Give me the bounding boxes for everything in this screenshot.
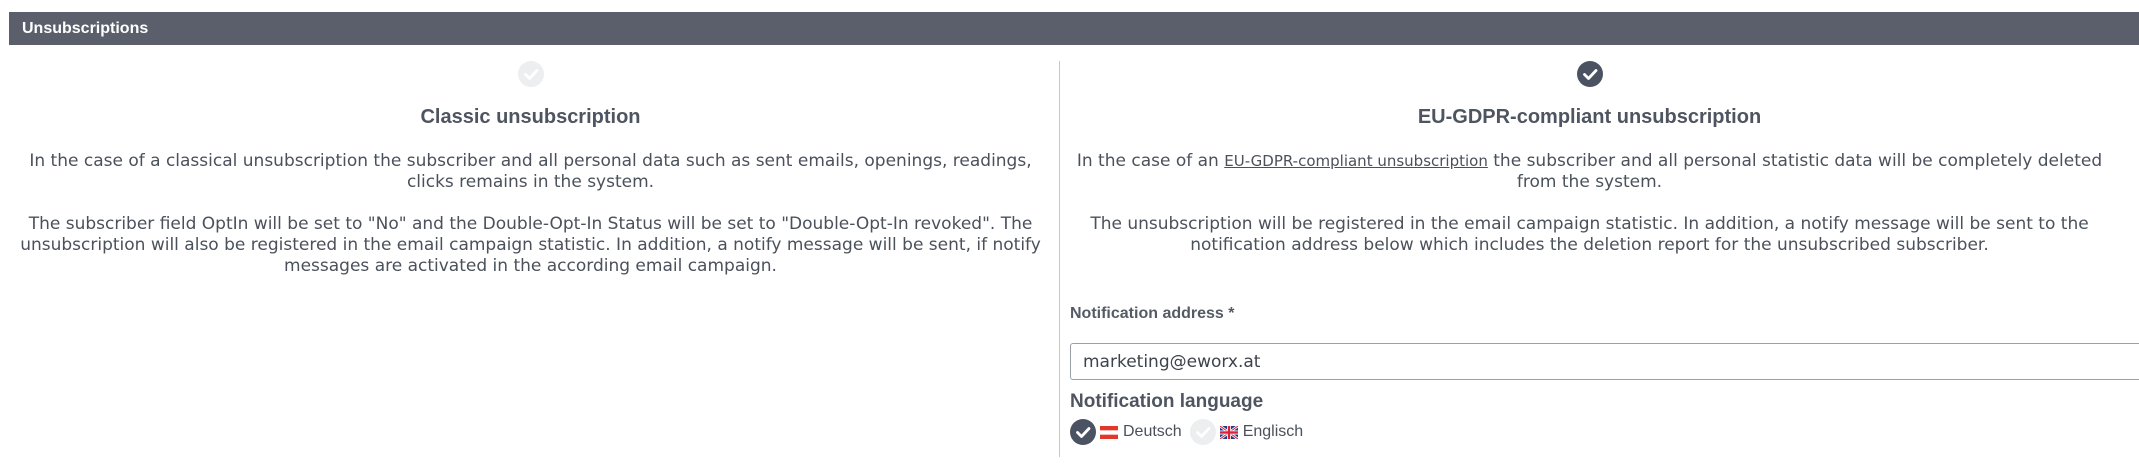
page: Unsubscriptions Classic unsubscription I… bbox=[0, 0, 2139, 470]
notification-language-label: Notification language bbox=[1070, 391, 1264, 412]
language-deutsch-label: Deutsch bbox=[1123, 423, 1182, 440]
gdpr-paragraph-1: In the case of an EU-GDPR-compliant unsu… bbox=[1070, 151, 2109, 193]
austria-flag-icon bbox=[1100, 425, 1118, 439]
panel-title: Unsubscriptions bbox=[22, 19, 149, 37]
language-englisch-radio[interactable] bbox=[1189, 419, 1216, 445]
check-icon bbox=[523, 69, 538, 80]
classic-unsubscription-option: Classic unsubscription In the case of a … bbox=[9, 58, 1052, 277]
language-englisch-label: Englisch bbox=[1242, 423, 1304, 440]
language-option-deutsch[interactable]: Deutsch bbox=[1070, 419, 1182, 445]
gdpr-paragraph-1-suffix: the subscriber and all personal statisti… bbox=[1493, 151, 2103, 192]
notification-address-label: Notification address * bbox=[1070, 305, 1235, 322]
uk-flag-icon bbox=[1219, 425, 1238, 439]
language-option-englisch[interactable]: Englisch bbox=[1189, 419, 1304, 445]
classic-unsubscription-title: Classic unsubscription bbox=[420, 106, 641, 128]
notification-settings: Notification address * Notification lang… bbox=[1070, 305, 2139, 445]
classic-paragraph-2: The subscriber field OptIn will be set t… bbox=[20, 214, 1041, 276]
classic-paragraph-1: In the case of a classical unsubscriptio… bbox=[29, 151, 1032, 192]
gdpr-unsubscription-option: EU-GDPR-compliant unsubscription In the … bbox=[1070, 58, 2139, 445]
gdpr-paragraph-2: The unsubscription will be registered in… bbox=[1090, 214, 2089, 255]
check-icon bbox=[1195, 427, 1211, 438]
notification-address-input[interactable] bbox=[1070, 343, 2139, 380]
language-deutsch-radio[interactable] bbox=[1070, 419, 1096, 445]
column-divider bbox=[1059, 61, 1060, 457]
check-icon bbox=[1076, 427, 1091, 438]
gdpr-paragraph-1-prefix: In the case of an bbox=[1076, 151, 1219, 171]
notification-language-options: Deutsch Englisch bbox=[1070, 419, 2109, 445]
classic-unsubscription-radio[interactable] bbox=[517, 61, 544, 87]
panel-header: Unsubscriptions bbox=[9, 12, 2139, 45]
gdpr-info-link[interactable]: EU-GDPR-compliant unsubscription bbox=[1224, 152, 1488, 170]
gdpr-unsubscription-radio[interactable] bbox=[1576, 61, 1603, 87]
check-icon bbox=[1582, 69, 1597, 80]
gdpr-unsubscription-title: EU-GDPR-compliant unsubscription bbox=[1417, 106, 1762, 128]
